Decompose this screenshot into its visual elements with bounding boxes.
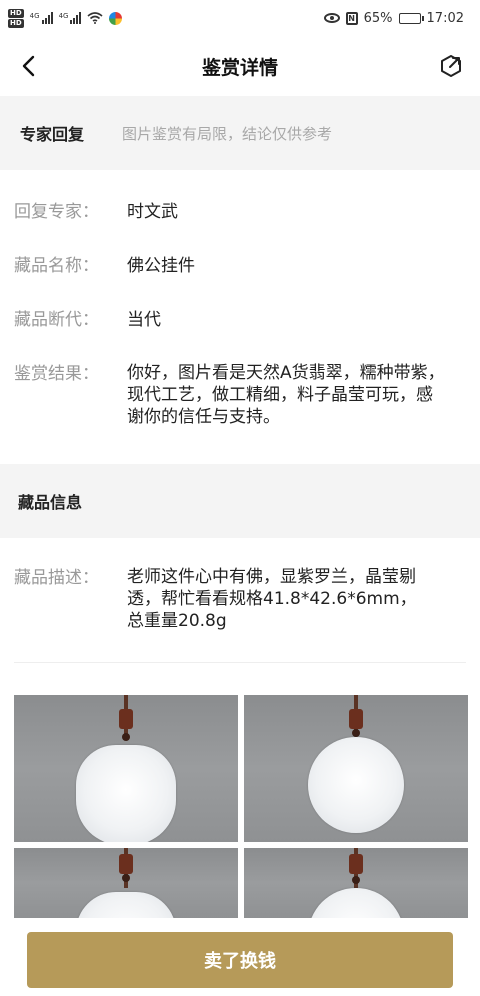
detail-value: 佛公挂件 — [127, 256, 195, 276]
photo-grid — [0, 663, 480, 918]
detail-value: 当代 — [127, 310, 161, 330]
chevron-left-icon — [22, 55, 35, 77]
sell-button[interactable]: 卖了换钱 — [27, 932, 453, 988]
share-button[interactable] — [436, 51, 466, 81]
bottom-bar: 卖了换钱 — [0, 924, 480, 996]
battery-icon — [398, 12, 424, 24]
disclaimer-note: 图片鉴赏有局限，结论仅供参考 — [122, 124, 333, 143]
detail-row-name: 藏品名称： 佛公挂件 — [14, 254, 466, 278]
detail-value: 时文武 — [127, 202, 178, 222]
signal-label-2: 4G — [58, 12, 69, 20]
signal-icon: 4G — [30, 12, 53, 24]
jade-pendant-image — [308, 888, 404, 918]
status-right: N 65% 17:02 — [323, 10, 464, 26]
status-left: HD HD 4G 4G — [8, 8, 123, 28]
collection-info-section: 藏品信息 — [0, 464, 480, 538]
status-bar: HD HD 4G 4G N 65% 17:02 — [0, 0, 480, 36]
jade-photo[interactable] — [244, 695, 468, 842]
page-title: 鉴赏详情 — [201, 56, 278, 79]
battery-percent: 65% — [363, 10, 393, 26]
wifi-icon — [87, 12, 103, 24]
detail-label: 藏品名称： — [14, 256, 99, 276]
detail-label: 鉴赏结果： — [14, 364, 99, 384]
description-block: 藏品描述： 老师这件心中有佛，显紫罗兰，晶莹剔透，帮忙看看规格41.8*42.6… — [14, 538, 466, 663]
nfc-icon: N — [345, 11, 358, 25]
detail-row-era: 藏品断代： 当代 — [14, 308, 466, 332]
detail-label: 藏品断代： — [14, 310, 99, 330]
description-row: 藏品描述： 老师这件心中有佛，显紫罗兰，晶莹剔透，帮忙看看规格41.8*42.6… — [14, 566, 466, 632]
app-icon — [109, 11, 123, 25]
page-header: 鉴赏详情 — [0, 36, 480, 96]
jade-photo[interactable] — [244, 848, 468, 918]
hd-badge-top: HD — [8, 8, 24, 18]
detail-row-expert: 回复专家： 时文武 — [14, 200, 466, 224]
back-button[interactable] — [14, 51, 44, 81]
detail-row-result: 鉴赏结果： 你好，图片看是天然A货翡翠，糯种带紫，现代工艺，做工精细，料子晶莹可… — [14, 362, 466, 428]
collection-info-title: 藏品信息 — [18, 493, 83, 512]
hd-badge-bottom: HD — [8, 18, 24, 28]
signal-label: 4G — [29, 12, 40, 20]
share-icon — [440, 55, 461, 77]
detail-value: 你好，图片看是天然A货翡翠，糯种带紫，现代工艺，做工精细，料子晶莹可玩，感谢你的… — [127, 363, 445, 427]
jade-pendant-image — [76, 892, 176, 918]
jade-photo[interactable] — [14, 848, 238, 918]
hd-icon: HD HD — [8, 8, 24, 28]
jade-pendant-image — [308, 737, 404, 833]
appraisal-details: 回复专家： 时文武 藏品名称： 佛公挂件 藏品断代： 当代 鉴赏结果： 你好，图… — [0, 170, 480, 444]
expert-reply-title: 专家回复 — [20, 125, 85, 144]
signal-icon-2: 4G — [59, 12, 82, 24]
jade-photo[interactable] — [14, 695, 238, 842]
expert-reply-section: 专家回复 图片鉴赏有局限，结论仅供参考 — [0, 96, 480, 170]
description-value: 老师这件心中有佛，显紫罗兰，晶莹剔透，帮忙看看规格41.8*42.6*6mm，总… — [127, 567, 417, 631]
jade-pendant-image — [76, 745, 176, 842]
description-label: 藏品描述： — [14, 568, 99, 588]
eye-icon — [323, 13, 340, 23]
clock: 17:02 — [426, 10, 464, 26]
detail-label: 回复专家： — [14, 202, 99, 222]
